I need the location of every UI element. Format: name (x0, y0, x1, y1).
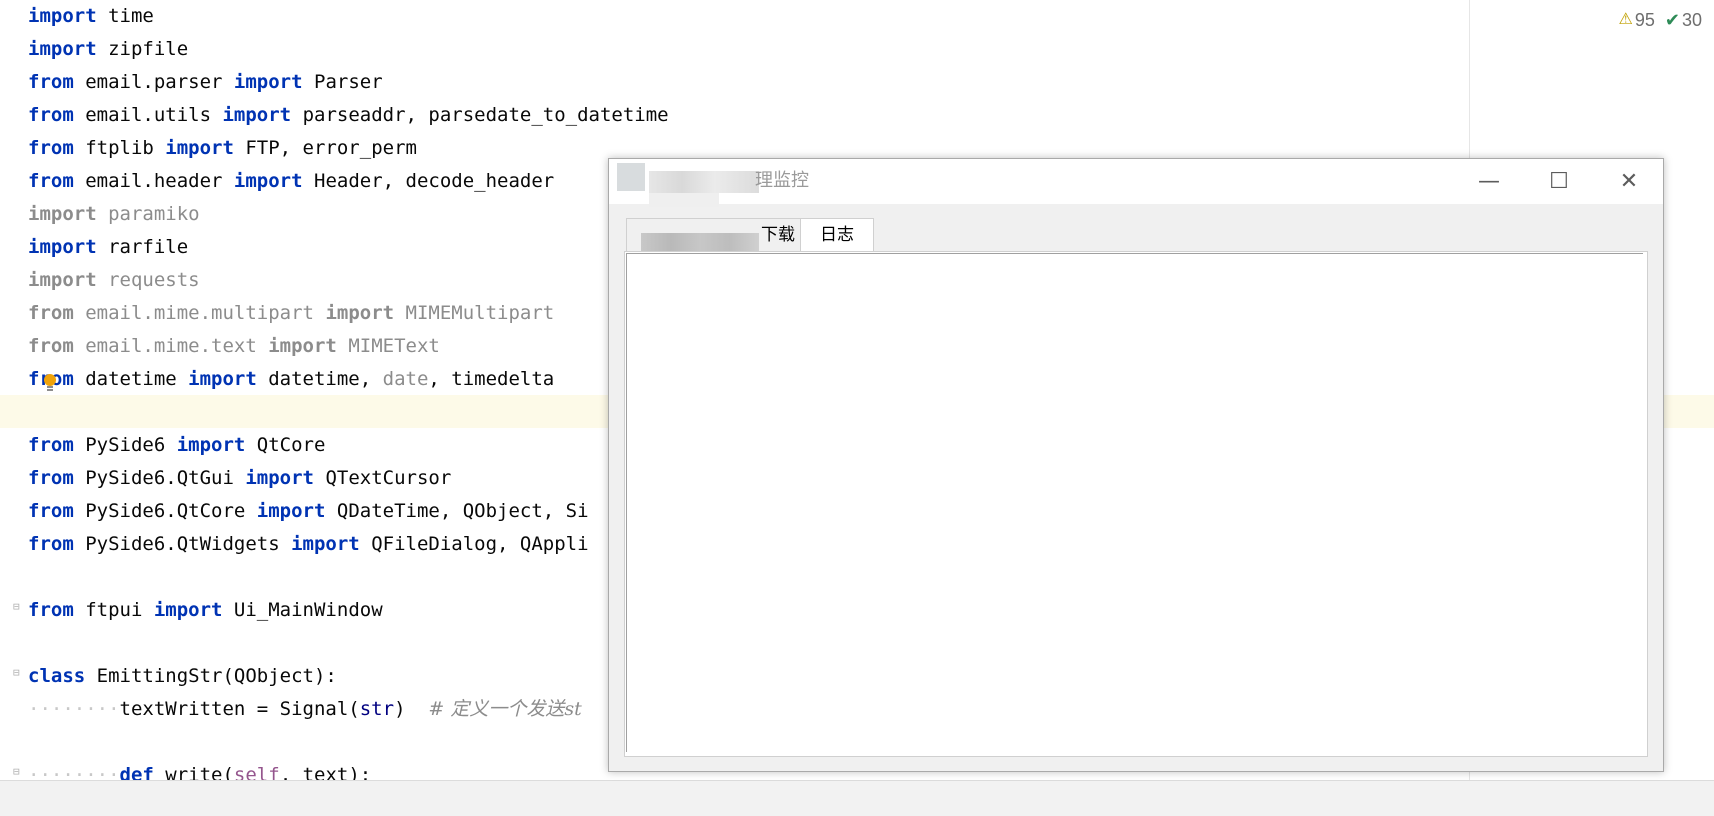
tab-download[interactable]: 下载 (626, 218, 802, 253)
app-icon (617, 163, 645, 191)
log-tab-panel (624, 251, 1648, 757)
fold-icon[interactable]: ⊟ (13, 601, 25, 613)
code-line: from PySide6.QtGui import QTextCursor (28, 467, 452, 489)
window-title: 理监控 (755, 170, 809, 191)
warning-icon: ⚠ (1618, 11, 1633, 29)
code-line: import rarfile (28, 236, 189, 258)
code-line: import paramiko (28, 203, 200, 225)
tab-label: 日志 (820, 225, 854, 245)
tab-label: 下载 (761, 225, 795, 245)
warning-count: 95 (1634, 10, 1655, 31)
code-line: from ftplib import FTP, error_perm (28, 137, 417, 159)
code-line: from PySide6.QtCore import QDateTime, QO… (28, 500, 589, 522)
tab-log[interactable]: 日志 (800, 218, 874, 252)
code-line: from PySide6 import QtCore (28, 434, 326, 456)
code-line: from datetime import datetime, date, tim… (28, 368, 555, 390)
redacted-title-area (649, 193, 719, 207)
code-line: class EmittingStr(QObject): (28, 665, 337, 687)
code-line: from PySide6.QtWidgets import QFileDialo… (28, 533, 589, 555)
code-line: from email.mime.text import MIMEText (28, 335, 440, 357)
code-line: from email.header import Header, decode_… (28, 170, 555, 192)
code-line: ········def write(self, text): (28, 764, 372, 780)
close-button[interactable]: ✕ (1594, 159, 1664, 204)
status-bar (0, 780, 1714, 816)
redacted-tab-label (641, 233, 759, 253)
fold-icon[interactable]: ⊟ (13, 766, 25, 778)
inspection-widget[interactable]: ⚠ 95 ✔ 30 (1619, 6, 1703, 32)
fold-icon[interactable]: ⊟ (13, 667, 25, 679)
log-text-area[interactable] (626, 253, 1643, 752)
code-line: from email.utils import parseaddr, parse… (28, 104, 669, 126)
app-window[interactable]: 理监控 — ☐ ✕ 下载 日志 (608, 158, 1664, 772)
code-line: import time (28, 5, 154, 27)
maximize-button[interactable]: ☐ (1524, 159, 1594, 204)
lightbulb-icon[interactable] (42, 373, 58, 393)
minimize-button[interactable]: — (1454, 159, 1524, 204)
window-titlebar[interactable]: 理监控 — ☐ ✕ (609, 159, 1664, 207)
code-line: from email.mime.multipart import MIMEMul… (28, 302, 555, 324)
code-line: ········textWritten = Signal(str) # 定义一个… (28, 698, 582, 720)
weak-warning-icon: ✔ (1664, 10, 1680, 31)
code-line: import zipfile (28, 38, 189, 60)
redacted-title-area (649, 171, 759, 193)
code-line: import requests (28, 269, 200, 291)
editor-gutter[interactable] (0, 0, 20, 780)
code-line: from email.parser import Parser (28, 71, 383, 93)
code-line: from ftpui import Ui_MainWindow (28, 599, 383, 621)
weak-warning-count: 30 (1681, 10, 1702, 31)
